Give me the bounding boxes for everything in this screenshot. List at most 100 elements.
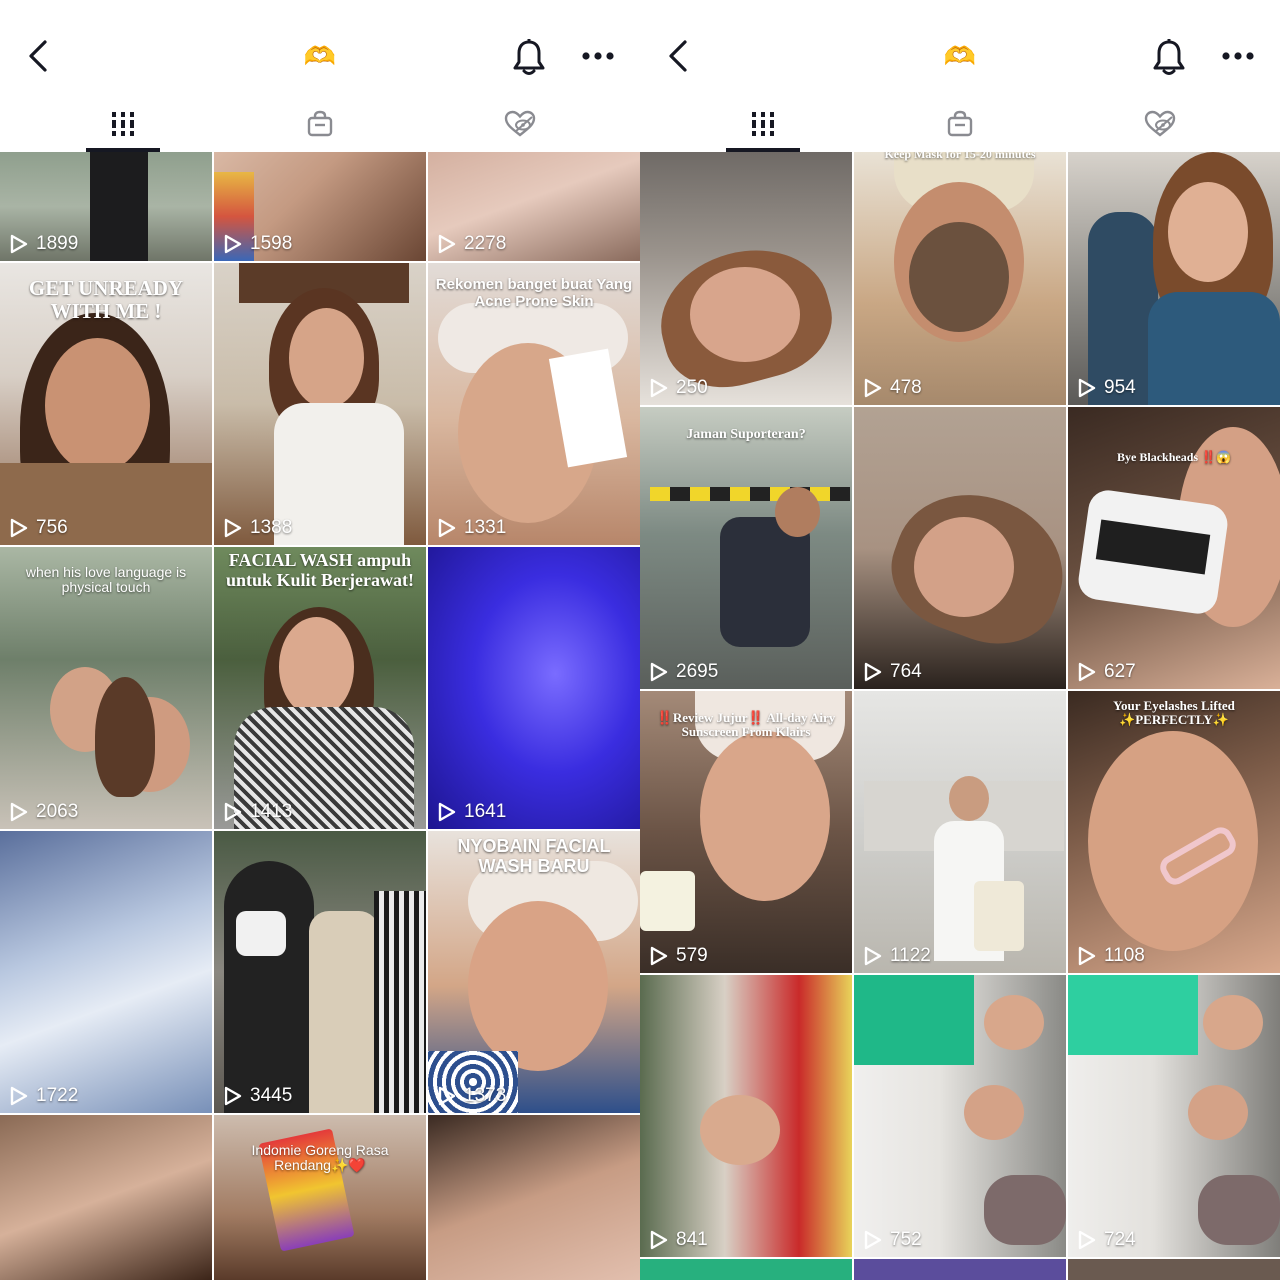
video-thumbnail[interactable] [640, 1259, 852, 1280]
video-caption: Jaman Suporteran? [686, 427, 806, 442]
top-bar: 🫶 [0, 0, 640, 95]
video-caption: ‼️Review Jujur‼️ All-day Airy Sunscreen … [656, 710, 836, 740]
play-icon [224, 234, 242, 254]
view-count: 1388 [224, 517, 292, 539]
play-icon [1078, 662, 1096, 682]
video-thumbnail[interactable]: Your Eyelashes Lifted ✨PERFECTLY✨ 1108 [1068, 691, 1280, 973]
play-icon [650, 1230, 668, 1250]
back-button[interactable] [18, 36, 58, 76]
view-count: 2695 [650, 661, 718, 683]
video-thumbnail[interactable] [428, 1115, 640, 1280]
tab-videos[interactable] [0, 95, 246, 152]
video-caption: when his love language is physical touch [25, 564, 187, 596]
view-count: 1373 [438, 1085, 506, 1107]
video-thumbnail[interactable]: 724 [1068, 975, 1280, 1257]
video-thumbnail[interactable]: 1641 [428, 547, 640, 829]
video-thumbnail[interactable]: Indomie Goreng Rasa Rendang✨❤️ [214, 1115, 426, 1280]
play-icon [10, 234, 28, 254]
video-thumbnail[interactable] [0, 1115, 212, 1280]
view-count: 752 [864, 1229, 922, 1251]
video-caption: Your Eyelashes Lifted ✨PERFECTLY✨ [1113, 698, 1235, 728]
view-count: 841 [650, 1229, 708, 1251]
video-caption: Keep Mask for 15-20 minutes [884, 152, 1036, 161]
bell-icon [1153, 39, 1185, 75]
video-thumbnail[interactable]: 3445 [214, 831, 426, 1113]
more-horizontal-icon [582, 52, 614, 60]
tab-shop[interactable] [853, 95, 1066, 152]
video-thumbnail[interactable]: 1122 [854, 691, 1066, 973]
view-count: 2063 [10, 801, 78, 823]
video-thumbnail[interactable]: GET UNREADY WITH ME ! 756 [0, 263, 212, 545]
view-count: 3445 [224, 1085, 292, 1107]
video-thumbnail[interactable]: 2278 [428, 152, 640, 261]
tab-shop[interactable] [213, 95, 426, 152]
video-thumbnail[interactable]: 1388 [214, 263, 426, 545]
profile-tabs [640, 95, 1280, 152]
play-icon [10, 802, 28, 822]
view-count: 1899 [10, 233, 78, 255]
view-count: 250 [650, 377, 708, 399]
video-thumbnail[interactable]: Jaman Suporteran? 2695 [640, 407, 852, 689]
video-thumbnail[interactable] [1068, 1259, 1280, 1280]
view-count: 1413 [224, 801, 292, 823]
play-icon [1078, 1230, 1096, 1250]
video-thumbnail[interactable]: 764 [854, 407, 1066, 689]
video-thumbnail[interactable]: 250 [640, 152, 852, 405]
notifications-button[interactable] [508, 36, 550, 78]
more-horizontal-icon [1222, 52, 1254, 60]
video-caption: Indomie Goreng Rasa Rendang✨❤️ [251, 1142, 389, 1174]
profile-screen-right: 🫶 250 Keep Mask for 15-20 minutes 478 95… [640, 0, 1280, 1280]
play-icon [10, 1086, 28, 1106]
video-thumbnail[interactable]: Keep Mask for 15-20 minutes 478 [854, 152, 1066, 405]
more-button[interactable] [578, 40, 618, 72]
split-screenshot: 🫶 1899 1598 2278 GET UNREADY WITH ME ! 7… [0, 0, 1280, 1280]
play-icon [224, 802, 242, 822]
chevron-left-icon [29, 40, 47, 72]
video-thumbnail[interactable]: 1722 [0, 831, 212, 1113]
view-count: 2278 [438, 233, 506, 255]
tab-liked[interactable] [413, 95, 626, 152]
video-thumbnail[interactable]: 1598 [214, 152, 426, 261]
video-thumbnail[interactable]: FACIAL WASH ampuh untuk Kulit Berjerawat… [214, 547, 426, 829]
view-count: 724 [1078, 1229, 1136, 1251]
tab-liked[interactable] [1053, 95, 1266, 152]
play-icon [438, 518, 456, 538]
grid-icon [112, 111, 134, 136]
video-thumbnail[interactable] [854, 1259, 1066, 1280]
shopping-bag-icon [307, 110, 332, 136]
bell-icon [513, 39, 545, 75]
play-icon [438, 1086, 456, 1106]
notifications-button[interactable] [1148, 36, 1190, 78]
video-caption: GET UNREADY WITH ME ! [28, 276, 184, 324]
view-count: 1598 [224, 233, 292, 255]
view-count: 478 [864, 377, 922, 399]
profile-screen-left: 🫶 1899 1598 2278 GET UNREADY WITH ME ! 7… [0, 0, 640, 1280]
video-thumbnail[interactable]: 954 [1068, 152, 1280, 405]
view-count: 1722 [10, 1085, 78, 1107]
video-thumbnail[interactable]: 1899 [0, 152, 212, 261]
tab-videos[interactable] [640, 95, 886, 152]
more-button[interactable] [1218, 40, 1258, 72]
video-caption: FACIAL WASH ampuh untuk Kulit Berjerawat… [226, 550, 414, 590]
view-count: 1108 [1078, 945, 1145, 967]
video-thumbnail[interactable]: Bye Blackheads ‼️😱 627 [1068, 407, 1280, 689]
video-thumbnail[interactable]: Rekomen banget buat Yang Acne Prone Skin… [428, 263, 640, 545]
video-thumbnail[interactable]: 752 [854, 975, 1066, 1257]
shopping-bag-icon [947, 110, 972, 136]
play-icon [864, 378, 882, 398]
view-count: 579 [650, 945, 708, 967]
play-icon [864, 946, 882, 966]
video-thumbnail[interactable]: when his love language is physical touch… [0, 547, 212, 829]
view-count: 1641 [438, 801, 506, 823]
play-icon [1078, 378, 1096, 398]
video-thumbnail[interactable]: 841 [640, 975, 852, 1257]
view-count: 764 [864, 661, 922, 683]
video-thumbnail[interactable]: ‼️Review Jujur‼️ All-day Airy Sunscreen … [640, 691, 852, 973]
play-icon [864, 662, 882, 682]
back-button[interactable] [658, 36, 698, 76]
video-thumbnail[interactable]: NYOBAIN FACIAL WASH BARU 1373 [428, 831, 640, 1113]
play-icon [224, 1086, 242, 1106]
video-caption: Rekomen banget buat Yang Acne Prone Skin [435, 276, 633, 310]
chevron-left-icon [669, 40, 687, 72]
video-caption: NYOBAIN FACIAL WASH BARU [457, 836, 611, 876]
